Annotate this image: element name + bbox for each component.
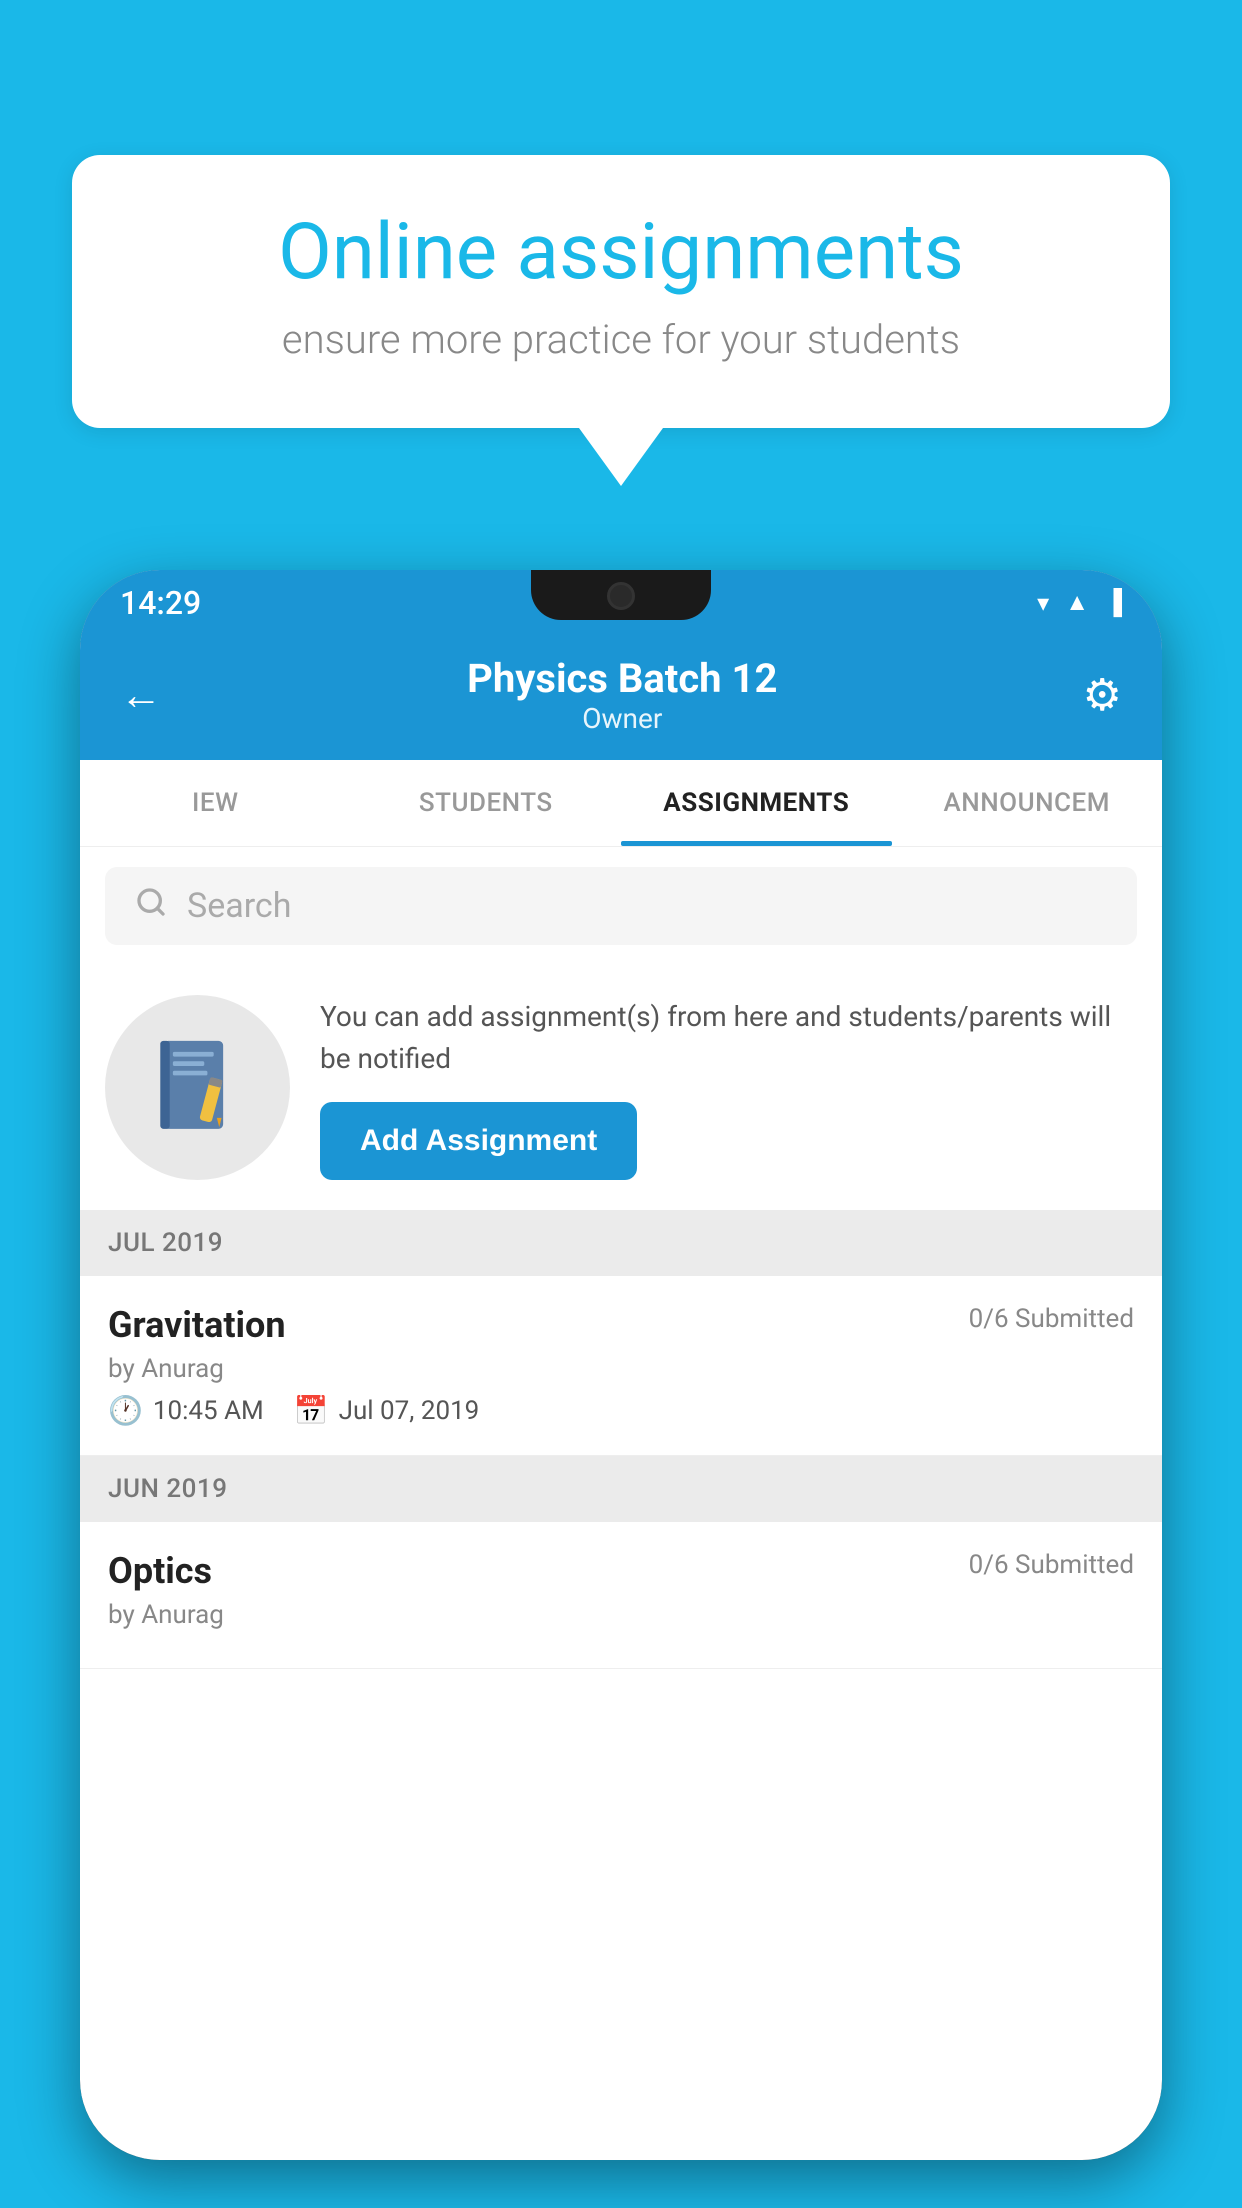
assignment-submitted-optics: 0/6 Submitted xyxy=(969,1550,1134,1580)
info-section: You can add assignment(s) from here and … xyxy=(80,965,1162,1210)
assignment-time: 🕐 10:45 AM xyxy=(108,1394,264,1427)
settings-icon[interactable]: ⚙ xyxy=(1083,669,1122,721)
header-title-container: Physics Batch 12 Owner xyxy=(162,655,1083,735)
search-bar: Search xyxy=(80,847,1162,965)
signal-icon: ▲ xyxy=(1065,588,1089,617)
tab-assignments[interactable]: ASSIGNMENTS xyxy=(621,760,892,846)
assignment-item-gravitation[interactable]: Gravitation 0/6 Submitted by Anurag 🕐 10… xyxy=(80,1276,1162,1456)
phone-camera xyxy=(607,582,635,610)
battery-icon: ▐ xyxy=(1105,588,1122,617)
section-jul-2019: JUL 2019 xyxy=(80,1210,1162,1276)
assignment-time-value: 10:45 AM xyxy=(153,1396,264,1426)
tab-iew[interactable]: IEW xyxy=(80,760,351,846)
notebook-icon xyxy=(105,995,290,1180)
assignment-by-gravitation: by Anurag xyxy=(108,1354,1134,1384)
assignment-submitted-gravitation: 0/6 Submitted xyxy=(969,1304,1134,1334)
app-header: ← Physics Batch 12 Owner ⚙ xyxy=(80,635,1162,760)
status-icons: ▾ ▲ ▐ xyxy=(1037,588,1122,617)
speech-bubble-arrow xyxy=(579,428,663,486)
info-text-container: You can add assignment(s) from here and … xyxy=(320,996,1137,1180)
tab-announcements-label: ANNOUNCEM xyxy=(944,788,1110,818)
assignment-date: 📅 Jul 07, 2019 xyxy=(294,1394,480,1427)
assignment-optics-top: Optics 0/6 Submitted xyxy=(108,1550,1134,1592)
speech-bubble-subtitle: ensure more practice for your students xyxy=(142,316,1100,363)
assignment-top: Gravitation 0/6 Submitted xyxy=(108,1304,1134,1346)
assignment-name-optics: Optics xyxy=(108,1550,212,1592)
search-placeholder: Search xyxy=(187,886,291,926)
screen-content: Search xyxy=(80,847,1162,1669)
batch-owner-label: Owner xyxy=(162,702,1083,735)
tab-students-label: STUDENTS xyxy=(419,788,553,818)
speech-bubble-container: Online assignments ensure more practice … xyxy=(72,155,1170,486)
status-time: 14:29 xyxy=(120,584,201,622)
speech-bubble-title: Online assignments xyxy=(142,210,1100,296)
section-jun-label: JUN 2019 xyxy=(108,1474,227,1504)
assignment-name-gravitation: Gravitation xyxy=(108,1304,286,1346)
tab-announcements[interactable]: ANNOUNCEM xyxy=(892,760,1163,846)
tab-iew-label: IEW xyxy=(192,788,238,818)
assignment-meta-gravitation: 🕐 10:45 AM 📅 Jul 07, 2019 xyxy=(108,1394,1134,1427)
search-input-wrapper[interactable]: Search xyxy=(105,867,1137,945)
back-button[interactable]: ← xyxy=(120,671,162,720)
add-assignment-button[interactable]: Add Assignment xyxy=(320,1102,637,1180)
assignment-date-value: Jul 07, 2019 xyxy=(339,1396,480,1426)
phone-notch xyxy=(531,570,711,620)
calendar-icon: 📅 xyxy=(294,1394,329,1427)
clock-icon: 🕐 xyxy=(108,1394,143,1427)
info-description: You can add assignment(s) from here and … xyxy=(320,996,1137,1080)
tab-assignments-label: ASSIGNMENTS xyxy=(663,788,849,818)
section-jun-2019: JUN 2019 xyxy=(80,1456,1162,1522)
phone-mockup: 14:29 ▾ ▲ ▐ ← Physics Batch 12 Owner ⚙ xyxy=(80,570,1162,2160)
phone-screen: 14:29 ▾ ▲ ▐ ← Physics Batch 12 Owner ⚙ xyxy=(80,570,1162,2160)
tab-students[interactable]: STUDENTS xyxy=(351,760,622,846)
phone-container: 14:29 ▾ ▲ ▐ ← Physics Batch 12 Owner ⚙ xyxy=(80,570,1162,2208)
search-icon xyxy=(135,885,167,927)
speech-bubble: Online assignments ensure more practice … xyxy=(72,155,1170,428)
wifi-icon: ▾ xyxy=(1037,589,1049,617)
assignment-by-optics: by Anurag xyxy=(108,1600,1134,1630)
batch-title: Physics Batch 12 xyxy=(162,655,1083,702)
assignment-item-optics[interactable]: Optics 0/6 Submitted by Anurag xyxy=(80,1522,1162,1669)
tabs-container: IEW STUDENTS ASSIGNMENTS ANNOUNCEM xyxy=(80,760,1162,847)
section-jul-label: JUL 2019 xyxy=(108,1228,223,1258)
